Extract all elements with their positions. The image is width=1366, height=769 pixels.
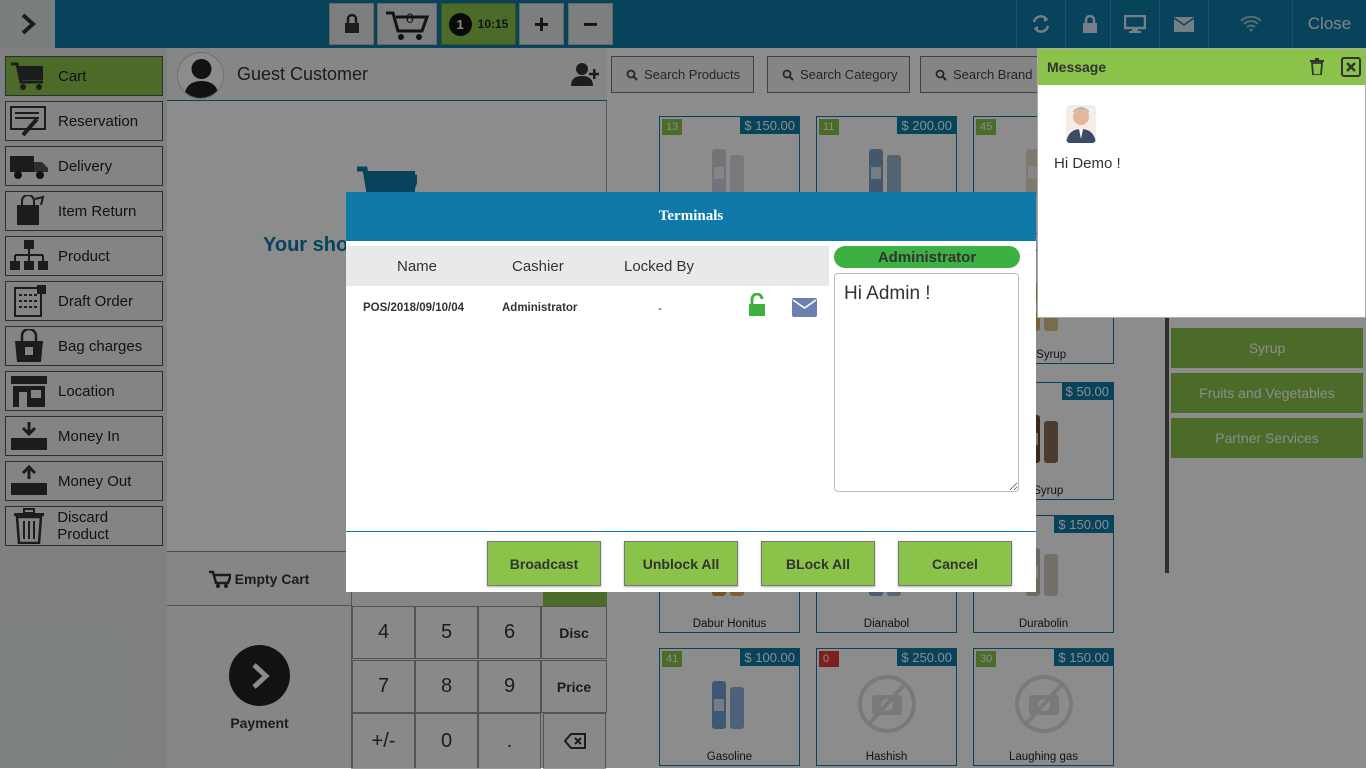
recipient-badge: Administrator [834,246,1020,268]
message-title: Message [1047,59,1107,75]
message-terminal-button[interactable] [792,298,817,322]
terminal-cashier: Administrator [502,302,578,314]
cancel-button[interactable]: Cancel [898,541,1012,586]
message-header: Message [1038,49,1365,85]
footer-divider [346,531,1036,532]
dialog-title: Terminals [658,208,724,224]
column-cashier: Cashier [512,258,564,275]
unblock-all-button[interactable]: Unblock All [624,541,738,586]
terminals-table-header: Name Cashier Locked By [346,246,829,286]
terminals-dialog: Terminals Name Cashier Locked By POS/201… [346,192,1036,592]
envelope-icon [792,298,817,317]
message-panel: Message Hi Demo ! [1037,48,1366,318]
trash-icon [1310,58,1324,76]
broadcast-button[interactable]: Broadcast [487,541,601,586]
sender-avatar [1066,105,1096,143]
dialog-header: Terminals [346,192,1036,241]
unlock-terminal-button[interactable] [748,292,766,322]
close-message-button[interactable] [1341,57,1361,77]
person-photo-icon [1066,107,1096,143]
terminal-locked-by: - [658,301,662,315]
delete-message-button[interactable] [1310,58,1324,78]
unlock-icon [749,292,765,316]
table-row[interactable]: POS/2018/09/10/04 Administrator - [346,286,829,330]
column-name: Name [397,258,438,275]
message-textarea[interactable]: Hi Admin ! [834,273,1019,492]
column-locked-by: Locked By [624,258,695,275]
close-icon [1346,62,1356,72]
terminal-name: POS/2018/09/10/04 [363,302,465,314]
block-all-button[interactable]: BLock All [761,541,875,586]
message-text: Hi Demo ! [1054,155,1121,172]
